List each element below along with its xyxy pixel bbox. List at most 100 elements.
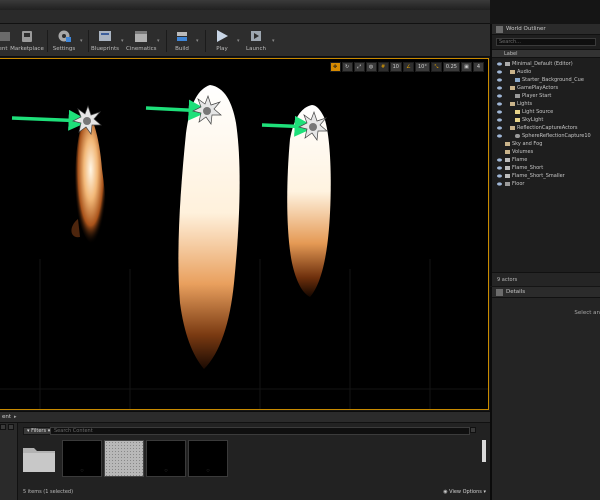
eye-icon[interactable] [497,182,502,186]
outliner-item-minimal-default[interactable]: Minimal_Default (Editor) [492,60,600,68]
folder-icon [510,69,515,74]
actor-count: 9 actors [497,277,518,283]
outliner-label-column[interactable]: Label [492,49,600,58]
content-search-input[interactable]: Search Content [50,427,470,435]
marketplace-icon [22,31,32,42]
filter-icon: ▾ [27,428,30,434]
blueprints-icon [99,31,111,41]
eye-icon[interactable] [497,94,502,98]
outliner-item-volumes[interactable]: Volumes [492,148,600,156]
asset-view: ▾ Filters ▾ Search Content ▢ ▢ ▢ 5 items… [20,424,490,500]
search-history-icon[interactable] [470,427,476,433]
tab-arrow-icon: ▸ [14,414,17,420]
cinematics-button[interactable]: Cinematics [126,26,157,56]
eye-icon[interactable] [497,110,502,114]
outliner-item-reflectioncaptureactors[interactable]: ReflectionCaptureActors [492,124,600,132]
details-empty-hint: Select an [574,310,600,316]
asset-thumbnail[interactable]: ▢ [62,440,102,477]
sound-cue-icon [515,77,520,82]
arrow-overlays [11,94,328,141]
outliner-item-audio[interactable]: Audio [492,68,600,76]
folder-icon [505,149,510,154]
outliner-item-spherereflectioncapture10[interactable]: SphereReflectionCapture10 [492,132,600,140]
directional-light-icon [515,109,520,114]
emitter-icon [505,157,510,162]
build-icon [177,32,187,41]
launch-button[interactable]: Launch [242,26,270,56]
skylight-icon [515,117,520,122]
content-button[interactable]: ent [0,26,10,56]
outliner-tree: Minimal_Default (Editor) Audio Starter_B… [492,58,600,188]
outliner-item-gameplayactors[interactable]: GamePlayActors [492,84,600,92]
outliner-item-flame-short-smaller[interactable]: Flame_Short_Smaller [492,172,600,180]
launch-dropdown-icon[interactable]: ▾ [272,38,275,44]
world-outliner-tab[interactable]: World Outliner [492,24,600,35]
emitter-icon [505,165,510,170]
outliner-item-flame-short[interactable]: Flame_Short [492,164,600,172]
play-icon [217,30,228,42]
play-dropdown-icon[interactable]: ▾ [237,38,240,44]
settings-dropdown-icon[interactable]: ▾ [80,38,83,44]
title-bar [0,0,490,24]
history-forward-icon[interactable] [8,424,14,430]
asset-thumbnail-selected[interactable] [104,440,144,477]
gear-icon [58,30,71,42]
eye-icon[interactable] [497,134,502,138]
content-sources-panel [0,423,18,500]
eye-icon[interactable] [497,118,502,122]
outliner-item-skylight[interactable]: SkyLight [492,116,600,124]
eye-icon[interactable] [497,102,502,106]
emitter-sprite-icon[interactable] [191,94,222,125]
details-tab[interactable]: Details [492,287,600,298]
folder-icon [510,125,515,130]
marketplace-button[interactable]: Marketplace [10,26,44,56]
player-start-icon [515,93,520,98]
outliner-item-sky-and-fog[interactable]: Sky and Fog [492,140,600,148]
build-button[interactable]: Build [170,26,194,56]
asset-count-status: 5 items (1 selected) [23,489,74,495]
outliner-icon [496,26,503,33]
outliner-item-starter-background-cue[interactable]: Starter_Background_Cue [492,76,600,84]
content-browser-tab[interactable]: ent ▸ [0,412,490,423]
settings-button[interactable]: Settings [50,26,78,56]
asset-scrollbar[interactable] [482,440,486,462]
outliner-item-flame[interactable]: Flame [492,156,600,164]
clapperboard-icon [135,31,147,42]
world-outliner: World Outliner Search... Label Minimal_D… [490,24,600,286]
outliner-item-lights[interactable]: Lights [492,100,600,108]
emitter-sprite-icon[interactable] [71,104,102,135]
eye-icon[interactable] [497,70,502,74]
outliner-footer: 9 actors [492,272,600,286]
eye-icon[interactable] [497,166,502,170]
level-icon [505,61,510,66]
eye-icon[interactable] [497,126,502,130]
emitter-sprite-icon[interactable] [297,110,328,141]
eye-icon[interactable] [497,86,502,90]
outliner-search-input[interactable]: Search... [496,38,596,46]
blueprints-button[interactable]: Blueprints [90,26,120,56]
view-options-button[interactable]: ◉ View Options ▾ [443,489,486,495]
main-toolbar: ent Marketplace Settings ▾ Blueprints ▾ … [0,24,490,57]
chevron-down-icon: ▾ [481,489,486,495]
level-viewport[interactable]: ✥ ↻ ⤢ ◍ # 10 ∠ 10° ⤡ 0.25 ▣ 4 [0,58,489,410]
play-button[interactable]: Play [208,26,236,56]
asset-thumbnail[interactable]: ▢ [146,440,186,477]
details-icon [496,289,503,296]
folder-icon [510,85,515,90]
build-dropdown-icon[interactable]: ▾ [196,38,199,44]
blueprints-dropdown-icon[interactable]: ▾ [121,38,124,44]
outliner-item-light-source[interactable]: Light Source [492,108,600,116]
details-panel: Details Select an [490,287,600,500]
eye-icon[interactable] [497,174,502,178]
folder-icon[interactable] [22,442,56,474]
asset-thumbnail[interactable]: ▢ [188,440,228,477]
eye-icon[interactable] [497,62,502,66]
eye-icon[interactable] [497,158,502,162]
launch-icon [251,31,261,41]
cinematics-dropdown-icon[interactable]: ▾ [157,38,160,44]
eye-icon[interactable] [497,78,502,82]
outliner-item-player-start[interactable]: Player Start [492,92,600,100]
outliner-item-floor[interactable]: Floor [492,180,600,188]
folder-icon [510,101,515,106]
history-back-icon[interactable] [0,424,6,430]
